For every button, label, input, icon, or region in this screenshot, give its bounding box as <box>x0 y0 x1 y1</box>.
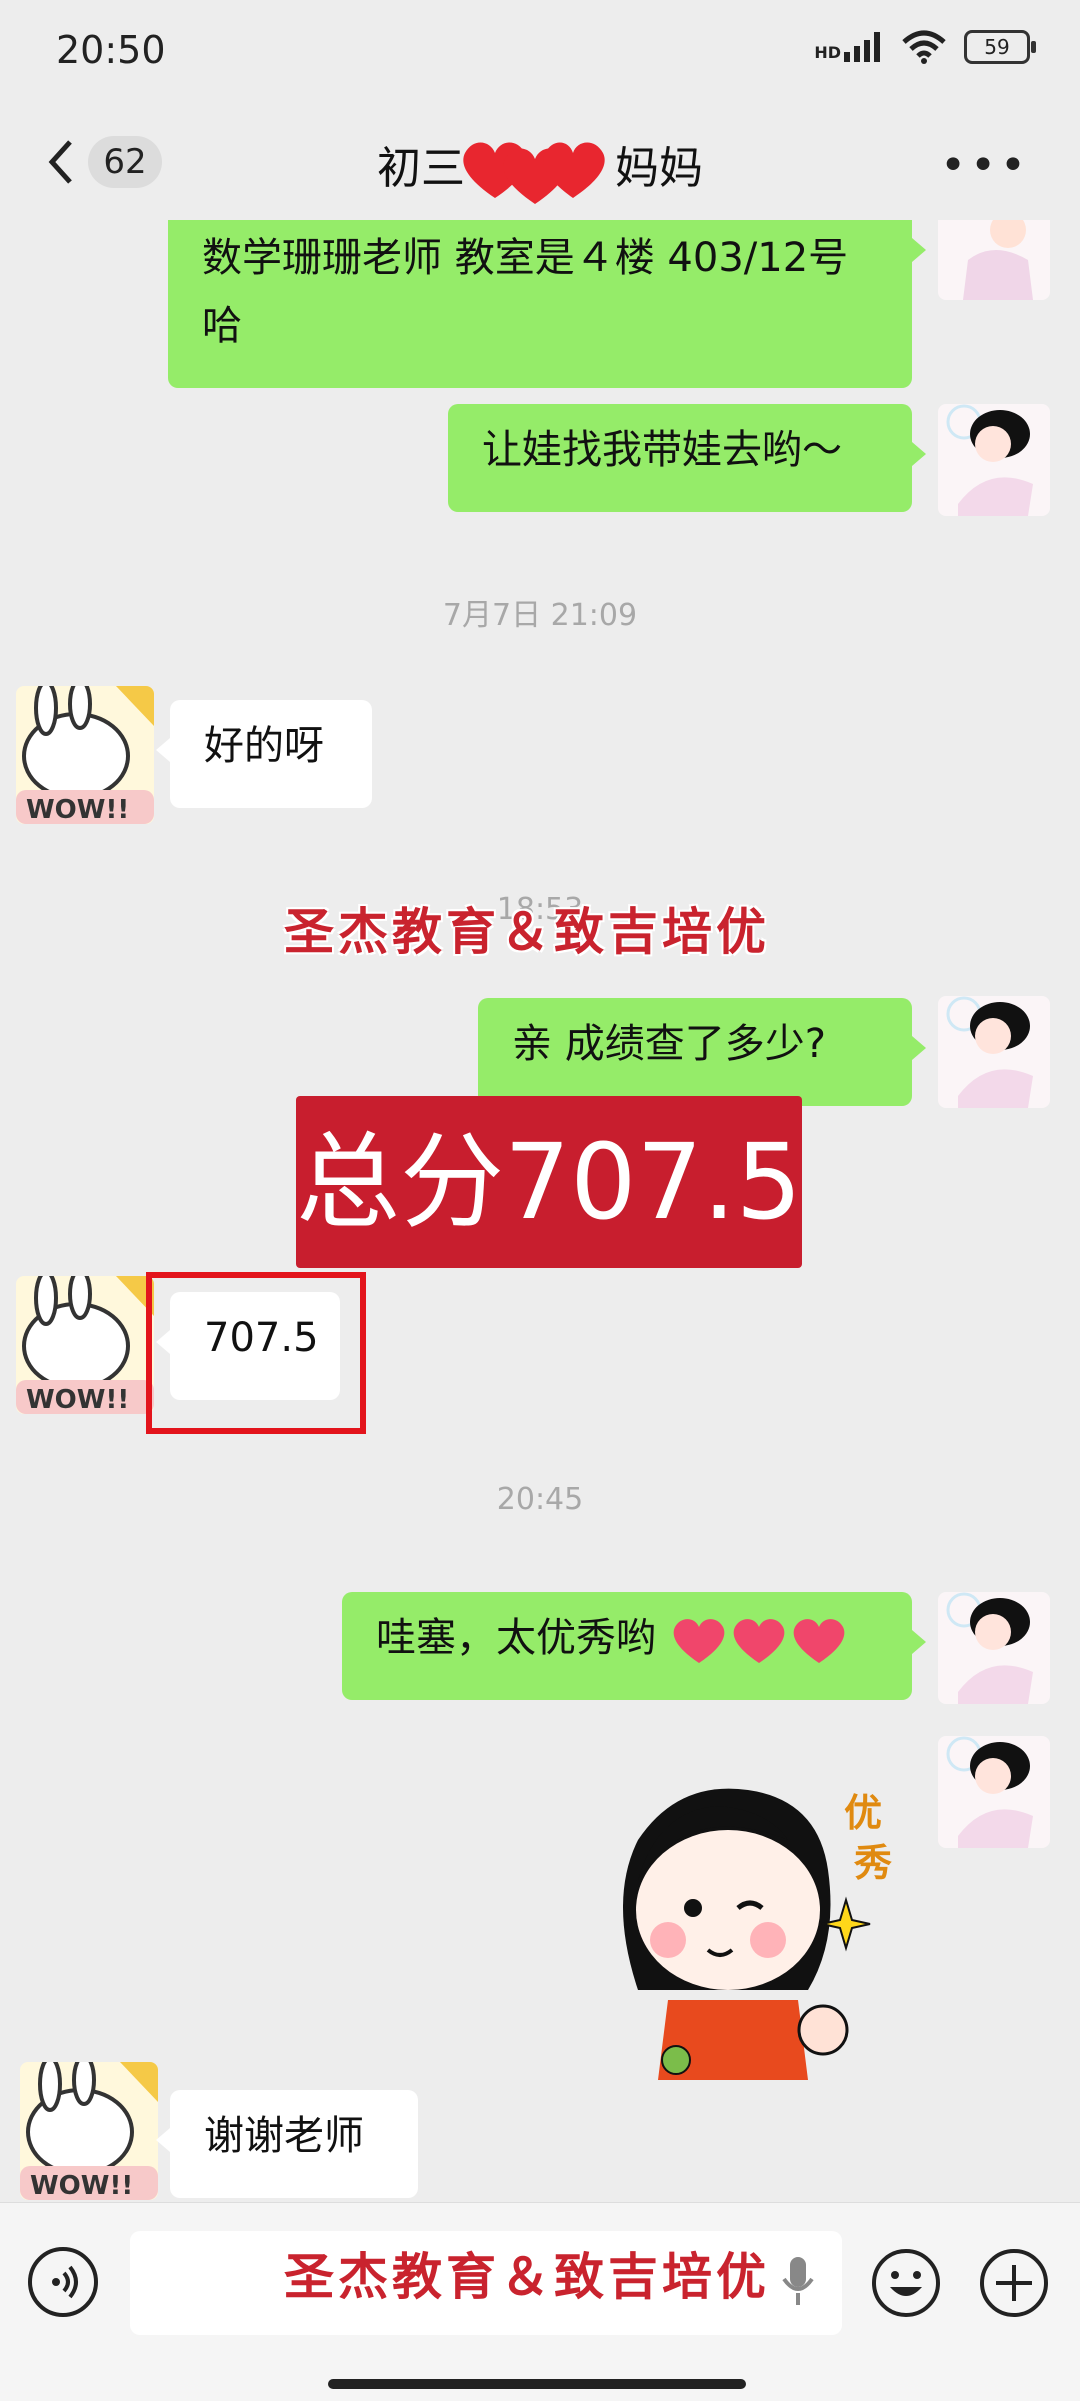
message-bubble-me[interactable]: 让娃找我带娃去哟～ <box>448 404 926 512</box>
heart-censor-icon <box>463 142 605 204</box>
voice-icon <box>52 2265 78 2299</box>
message-bubble-other[interactable]: 好的呀 <box>156 700 372 808</box>
watermark-overlay-bottom: 圣杰教育＆致吉培优 <box>284 2248 770 2306</box>
battery-icon: 59 <box>964 30 1036 64</box>
message-bubble-me[interactable]: 亲 成绩查了多少? <box>478 998 926 1106</box>
emoji-icon[interactable] <box>870 2247 942 2319</box>
voice-input-button[interactable] <box>28 2247 98 2317</box>
message-bubble-me[interactable]: 数学珊珊老师 教室是４楼 403/12号哈 <box>168 220 926 388</box>
network-label: HD <box>814 43 841 62</box>
message-bubble-other[interactable]: 谢谢老师 <box>156 2090 418 2198</box>
message-text: 哇塞，太优秀哟 <box>376 1615 656 1661</box>
wifi-icon <box>902 30 946 64</box>
chat-header: 62 初三 妈妈 ••• <box>0 110 1080 220</box>
message-text: 亲 成绩查了多少? <box>512 1021 826 1067</box>
score-banner: 总分707.5 <box>296 1096 802 1268</box>
status-bar: 20:50 HD 59 <box>0 0 1080 110</box>
my-avatar[interactable] <box>938 220 1050 300</box>
watermark-overlay: 圣杰教育＆致吉培优 <box>284 903 770 961</box>
message-bubble-me[interactable]: 哇塞，太优秀哟 <box>342 1592 926 1700</box>
excellent-girl-sticker[interactable]: 优 秀 <box>598 1760 898 2080</box>
message-list[interactable]: 数学珊珊老师 教室是４楼 403/12号哈 让娃找我带娃去哟～ 7月7日 21:… <box>0 220 1080 2202</box>
timestamp: 7月7日 21:09 <box>442 598 638 633</box>
title-prefix: 初三 <box>377 143 465 194</box>
contact-avatar[interactable]: WOW!! <box>20 2062 158 2200</box>
my-avatar[interactable] <box>938 1592 1050 1704</box>
title-suffix: 妈妈 <box>615 143 703 194</box>
more-options-icon[interactable]: ••• <box>940 144 1030 188</box>
message-text: 谢谢老师 <box>204 2113 364 2159</box>
timestamp: 20:45 <box>496 1482 584 1517</box>
message-text: 好的呀 <box>204 723 324 769</box>
contact-avatar[interactable]: WOW!! <box>16 1276 154 1414</box>
hd-signal-icon: HD <box>814 32 884 62</box>
svg-text:秀: 秀 <box>853 1841 892 1885</box>
svg-text:WOW!!: WOW!! <box>26 795 129 824</box>
message-text: 数学珊珊老师 教室是４楼 403/12号哈 <box>202 235 849 349</box>
my-avatar[interactable] <box>938 996 1050 1108</box>
highlight-box <box>146 1272 366 1434</box>
battery-level: 59 <box>984 35 1010 59</box>
my-avatar[interactable] <box>938 404 1050 516</box>
status-icons: HD 59 <box>814 30 1036 64</box>
svg-text:WOW!!: WOW!! <box>26 1385 129 1414</box>
my-avatar[interactable] <box>938 1736 1050 1848</box>
status-time: 20:50 <box>56 28 166 72</box>
plus-icon[interactable] <box>978 2247 1050 2319</box>
svg-text:WOW!!: WOW!! <box>30 2171 133 2200</box>
home-indicator[interactable] <box>328 2379 746 2389</box>
message-text: 让娃找我带娃去哟～ <box>482 427 842 473</box>
contact-avatar[interactable]: WOW!! <box>16 686 154 824</box>
microphone-icon[interactable] <box>778 2253 818 2313</box>
heart-emoji-icon <box>673 1619 845 1663</box>
sticker-text: 优 <box>844 1791 882 1835</box>
input-bar: 圣杰教育＆致吉培优 <box>0 2202 1080 2401</box>
